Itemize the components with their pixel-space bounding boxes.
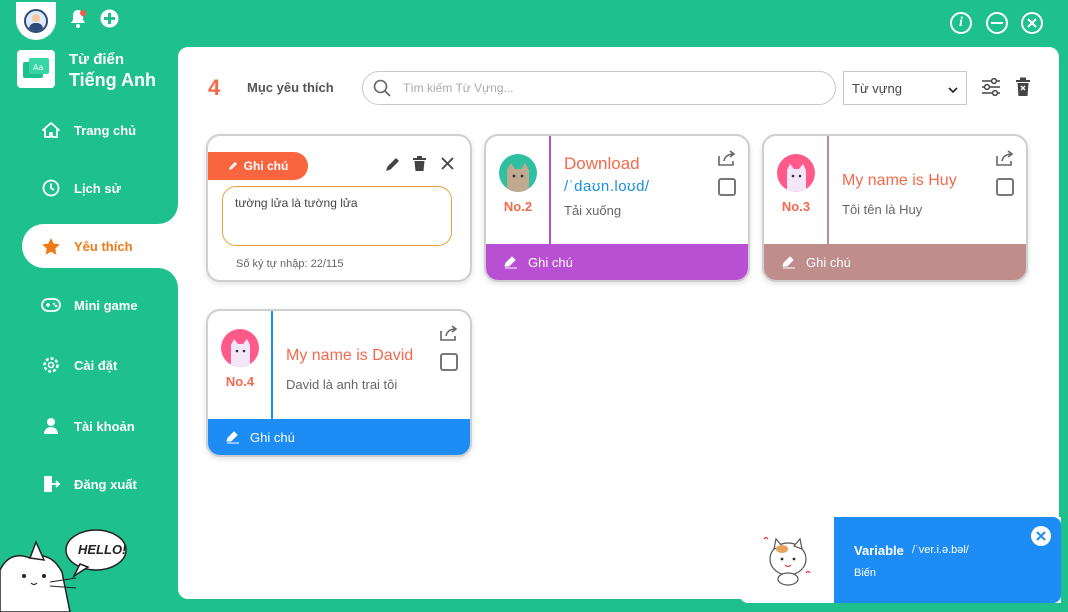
toast-meaning: Biến	[854, 567, 877, 579]
sliders-icon[interactable]	[981, 77, 1001, 102]
note-bar[interactable]: Ghi chú	[486, 244, 748, 280]
cat-mascot: HELLO!	[0, 520, 140, 612]
cat-avatar	[499, 154, 537, 192]
favorites-label: Mục yêu thích	[247, 80, 334, 95]
search-input[interactable]	[401, 80, 805, 96]
sidebar-item-label: Mini game	[74, 297, 138, 313]
note-tag: Ghi chú	[208, 152, 308, 180]
sidebar-item-label: Yêu thích	[74, 238, 133, 254]
sidebar-item-logout[interactable]: Đăng xuất	[22, 462, 182, 506]
sidebar-item-favorites[interactable]: Yêu thích	[22, 224, 182, 268]
card-checkbox[interactable]	[440, 353, 458, 371]
note-bar-label: Ghi chú	[528, 254, 573, 270]
favorite-card[interactable]: No.2 Download /ˈdaʊn.loʊd/ Tải xuống Ghi…	[484, 134, 750, 282]
card-number: No.3	[781, 199, 811, 214]
filter-selected-value: Từ vựng	[852, 80, 902, 96]
favorite-card[interactable]: No.3 My name is Huy Tôi tên là Huy Ghi c…	[762, 134, 1028, 282]
favorite-card-edit: Ghi chú tường lửa là tường lửa Số ký tự …	[206, 134, 472, 282]
app-title: Từ điển Tiếng Anh	[69, 50, 156, 90]
trash-all-icon[interactable]	[1015, 77, 1031, 102]
sidebar-item-home[interactable]: Trang chủ	[22, 108, 182, 152]
gear-icon	[40, 354, 62, 376]
sidebar-item-label: Lịch sử	[74, 180, 121, 196]
toast-word: Variable	[854, 543, 904, 558]
share-icon[interactable]	[440, 325, 458, 346]
card-ipa: /ˈdaʊn.loʊd/	[564, 178, 650, 195]
user-icon	[40, 415, 62, 437]
edit-icon[interactable]	[385, 156, 401, 177]
svg-text:Aa: Aa	[33, 63, 43, 72]
card-meaning: Tải xuống	[564, 203, 622, 218]
star-icon	[40, 235, 62, 257]
word-toast-content: Variable /ˈver.i.ə.bəl/ Biến	[834, 517, 1061, 603]
toast-close-button[interactable]	[1031, 526, 1051, 546]
favorites-count: 4	[208, 75, 221, 100]
note-text: tường lửa là tường lửa	[235, 196, 358, 210]
pencil-icon	[228, 161, 238, 171]
card-word: My name is David	[286, 347, 414, 364]
share-icon[interactable]	[718, 150, 736, 171]
gamepad-icon	[40, 294, 62, 316]
card-divider	[271, 311, 273, 423]
card-meaning: David là anh trai tôi	[286, 377, 398, 392]
card-number: No.2	[503, 199, 533, 214]
delete-icon[interactable]	[413, 156, 426, 176]
note-tag-label: Ghi chú	[243, 159, 289, 173]
note-bar[interactable]: Ghi chú	[208, 419, 470, 455]
sidebar-item-label: Trang chủ	[74, 122, 137, 138]
note-bar-label: Ghi chú	[806, 254, 851, 270]
card-left: No.4	[208, 311, 272, 423]
card-checkbox[interactable]	[996, 178, 1014, 196]
sidebar-item-label: Tài khoản	[74, 418, 135, 434]
toast-ipa: /ˈver.i.ə.bəl/	[912, 544, 969, 556]
card-meaning: Tôi tên là Huy	[842, 202, 923, 217]
note-bar-label: Ghi chú	[250, 429, 295, 445]
mascot-speech: HELLO!	[78, 542, 127, 557]
logout-icon	[40, 473, 62, 495]
share-icon[interactable]	[996, 150, 1014, 171]
search-icon	[373, 79, 391, 97]
note-textarea[interactable]: tường lửa là tường lửa	[222, 186, 452, 246]
sidebar-item-label: Cài đặt	[74, 357, 118, 373]
info-button[interactable]: i	[950, 12, 972, 34]
close-button[interactable]	[1021, 12, 1043, 34]
cat-avatar	[777, 154, 815, 192]
home-icon	[40, 119, 62, 141]
chevron-down-icon	[948, 81, 958, 96]
card-divider	[549, 136, 551, 248]
close-icon[interactable]	[441, 157, 454, 175]
card-left: No.3	[764, 136, 828, 248]
history-icon	[40, 177, 62, 199]
sidebar-item-account[interactable]: Tài khoản	[22, 404, 182, 448]
pencil-icon	[226, 430, 240, 444]
add-icon[interactable]	[100, 9, 119, 33]
search-bar[interactable]	[362, 71, 836, 105]
bell-icon[interactable]	[69, 9, 87, 34]
user-avatar[interactable]	[16, 2, 56, 40]
card-left: No.2	[486, 136, 550, 248]
minimize-button[interactable]	[986, 12, 1008, 34]
char-count: Số ký tự nhập: 22/115	[236, 258, 344, 270]
avatar-image	[24, 9, 48, 33]
app-logo: Aa	[17, 50, 55, 88]
favorite-card[interactable]: No.4 My name is David David là anh trai …	[206, 309, 472, 457]
filter-select[interactable]: Từ vựng	[843, 71, 967, 105]
cat-avatar	[221, 329, 259, 367]
card-divider	[827, 136, 829, 248]
app-title-line2: Tiếng Anh	[69, 70, 156, 90]
app-window: i Aa Từ điển Tiếng Anh Trang chủ Lịch sử…	[0, 0, 1068, 612]
sidebar-item-settings[interactable]: Cài đặt	[22, 343, 182, 387]
cat-sticker-icon	[758, 529, 818, 594]
pencil-icon	[782, 255, 796, 269]
card-number: No.4	[225, 374, 255, 389]
app-title-line1: Từ điển	[69, 51, 125, 68]
sidebar-item-minigame[interactable]: Mini game	[22, 283, 182, 327]
card-word: Download	[564, 154, 640, 173]
note-bar[interactable]: Ghi chú	[764, 244, 1026, 280]
card-checkbox[interactable]	[718, 178, 736, 196]
card-word: My name is Huy	[842, 172, 957, 189]
sidebar-item-label: Đăng xuất	[74, 476, 137, 492]
pencil-icon	[504, 255, 518, 269]
active-curve-top	[158, 204, 178, 224]
